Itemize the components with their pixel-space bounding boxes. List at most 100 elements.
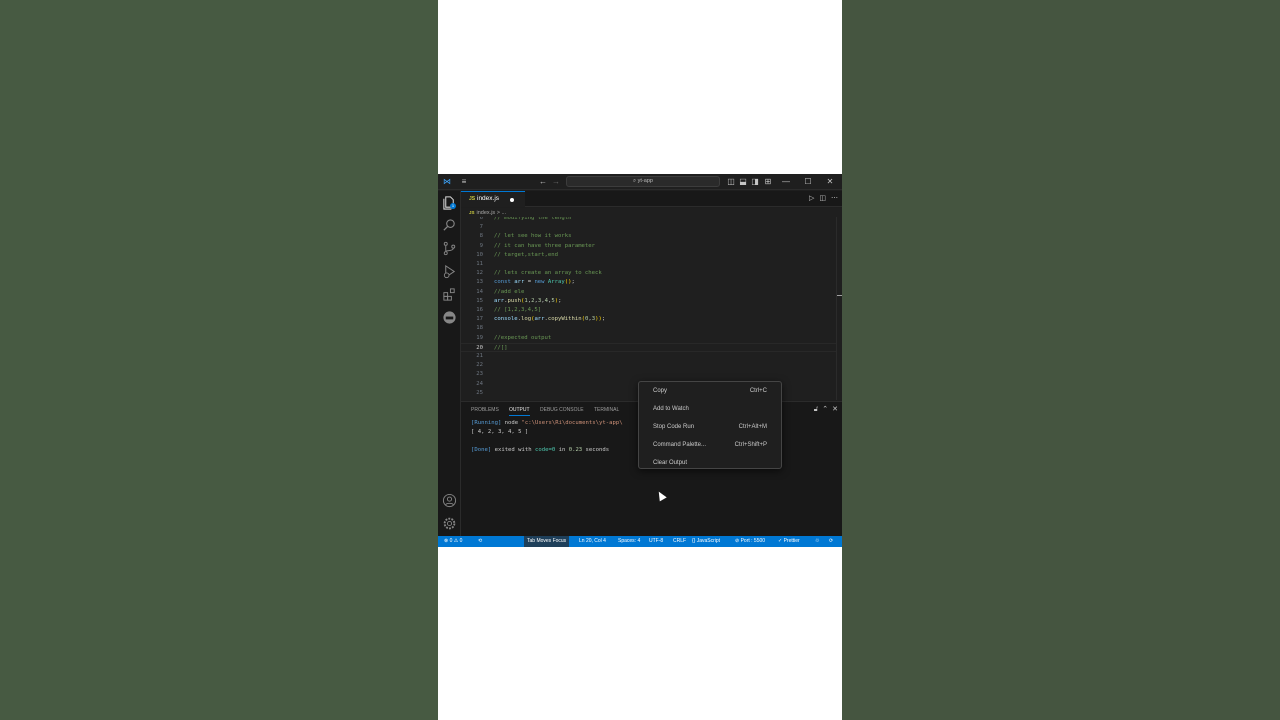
minimize-icon[interactable]: — xyxy=(781,174,791,190)
source-control-icon[interactable] xyxy=(442,241,457,256)
code-editor[interactable]: 6// modifying the length 7 8// let see how… xyxy=(461,217,842,400)
context-menu: Copy Ctrl+C Add to Watch Stop Code Run Ctr… xyxy=(638,381,782,469)
settings-gear-icon[interactable] xyxy=(442,516,457,531)
vscode-logo-icon: ⋈ xyxy=(443,177,451,186)
code-line[interactable]: 23 xyxy=(461,370,836,379)
forward-icon[interactable]: → xyxy=(551,174,561,190)
line-number: 10 xyxy=(476,251,483,258)
code-line[interactable]: 17 console.log(arr.copyWithin(0,3)); xyxy=(461,315,836,324)
toggle-panel-icon[interactable]: ⬓ xyxy=(738,174,748,190)
line-number: 19 xyxy=(476,334,483,341)
maximize-icon[interactable]: ☐ xyxy=(803,174,813,190)
docker-icon[interactable] xyxy=(442,310,457,325)
status-bar: ⊗ 0 ⚠ 0 ⟲ Tab Moves Focus Ln 20, Col 4 S… xyxy=(438,536,842,547)
tab-label: index.js xyxy=(477,195,500,202)
line-number: 8 xyxy=(479,233,483,240)
code-line[interactable]: 14 //add ele xyxy=(461,288,836,297)
menu-icon[interactable]: ≡ xyxy=(458,174,470,190)
code-line[interactable]: 8 // let see how it works xyxy=(461,232,836,241)
code-line[interactable]: 16 // [1,2,3,4,5] xyxy=(461,306,836,315)
line-code: arr.push(1,2,3,4,5); xyxy=(494,297,562,304)
breadcrumb-rest[interactable]: > ... xyxy=(497,210,506,216)
explorer-icon[interactable]: 1 xyxy=(442,195,457,210)
panel-actions: 🔓︎ ⌃ ✕ xyxy=(810,405,838,414)
line-number: 16 xyxy=(476,307,483,313)
tab-terminal[interactable]: TERMINAL xyxy=(594,407,619,413)
line-number: 14 xyxy=(476,288,483,295)
tab-debug-console[interactable]: DEBUG CONSOLE xyxy=(540,407,584,413)
code-line[interactable]: 18 xyxy=(461,324,836,333)
line-number: 15 xyxy=(476,297,483,304)
code-line[interactable]: 10 // target,start,end xyxy=(461,251,836,260)
cursor-position[interactable]: Ln 20, Col 4 xyxy=(579,536,606,547)
code-line[interactable]: 7 xyxy=(461,223,836,232)
editor-scrollbar[interactable] xyxy=(836,217,842,400)
vscode-window: ⋈ ≡ ← → ⌕ yt-app ◫ ⬓ ◨ ⊞ — ☐ ✕ 1 JS inde… xyxy=(438,174,842,547)
tab-problems[interactable]: PROBLEMS xyxy=(471,407,499,413)
title-bar: ⋈ ≡ ← → ⌕ yt-app ◫ ⬓ ◨ ⊞ — ☐ ✕ xyxy=(438,174,842,190)
breadcrumb-file[interactable]: index.js xyxy=(477,210,496,216)
line-code: console.log(arr.copyWithin(0,3)); xyxy=(494,316,606,323)
editor-tabs: JS index.js ▷ ◫ ⋯ xyxy=(461,191,842,207)
line-code: // it can have three parameter xyxy=(494,242,596,249)
customize-layout-icon[interactable]: ⊞ xyxy=(762,174,774,190)
output-line-result: [ 4, 2, 3, 4, 5 ] xyxy=(471,429,529,435)
code-line[interactable]: 13 const arr = new Array(); xyxy=(461,278,836,287)
extensions-icon[interactable] xyxy=(442,287,457,302)
tab-focus-status[interactable]: Tab Moves Focus xyxy=(524,536,570,547)
line-number: 22 xyxy=(476,362,483,369)
breadcrumb: JS index.js > ... xyxy=(461,208,842,217)
code-line[interactable]: 11 xyxy=(461,260,836,269)
menu-item-clear-output[interactable]: Clear Output xyxy=(639,456,781,470)
output-line-done: [Done] exited with code=0 in 0.23 second… xyxy=(471,447,610,453)
feedback-icon[interactable]: ♲ xyxy=(815,536,819,547)
line-ending[interactable]: CRLF xyxy=(673,536,686,547)
close-icon[interactable]: ✕ xyxy=(825,174,835,190)
maximize-panel-icon[interactable]: ⌃ xyxy=(822,406,828,413)
line-code: // let see how it works xyxy=(494,233,572,240)
menu-item-command-palette[interactable]: Command Palette... Ctrl+Shift+P xyxy=(639,438,781,452)
line-code: // target,start,end xyxy=(494,251,558,258)
encoding[interactable]: UTF-8 xyxy=(649,536,663,547)
line-number: 13 xyxy=(476,279,483,286)
code-line[interactable]: 20//[] xyxy=(461,342,836,352)
menu-item-add-to-watch[interactable]: Add to Watch xyxy=(639,402,781,416)
code-line[interactable]: 12 // lets create an array to check xyxy=(461,269,836,278)
line-number: 23 xyxy=(476,371,483,378)
more-actions-icon[interactable]: ⋯ xyxy=(831,195,838,202)
menu-item-stop-code-run[interactable]: Stop Code Run Ctrl+Alt+M xyxy=(639,420,781,434)
code-line[interactable]: 21 xyxy=(461,352,836,361)
close-panel-icon[interactable]: ✕ xyxy=(832,406,838,413)
problems-status[interactable]: ⊗ 0 ⚠ 0 xyxy=(444,536,462,547)
line-code: //add ele xyxy=(494,288,525,295)
lock-icon[interactable]: 🔓︎ xyxy=(814,406,819,413)
code-line[interactable]: 15 arr.push(1,2,3,4,5); xyxy=(461,297,836,306)
back-icon[interactable]: ← xyxy=(538,174,548,190)
js-file-icon: JS xyxy=(469,196,476,202)
run-debug-icon[interactable] xyxy=(442,264,457,279)
menu-item-copy[interactable]: Copy Ctrl+C xyxy=(639,384,781,398)
prettier-status[interactable]: ✓ Prettier xyxy=(778,536,800,547)
toggle-secondary-icon[interactable]: ◨ xyxy=(750,174,760,190)
command-center-search[interactable]: ⌕ yt-app xyxy=(566,176,720,187)
toggle-sidebar-icon[interactable]: ◫ xyxy=(726,174,736,190)
tab-output[interactable]: OUTPUT xyxy=(509,407,530,416)
live-server-port[interactable]: ⊘ Port : 5500 xyxy=(735,536,765,547)
search-icon[interactable] xyxy=(442,218,457,233)
tab-index-js[interactable]: JS index.js xyxy=(461,191,525,207)
language-mode[interactable]: {} JavaScript xyxy=(692,536,720,547)
video-background-right xyxy=(842,0,1280,720)
line-number: 21 xyxy=(476,353,483,359)
unsaved-dot-icon[interactable] xyxy=(510,198,514,202)
line-code: const arr = new Array(); xyxy=(494,279,575,286)
code-line[interactable]: 9 // it can have three parameter xyxy=(461,242,836,251)
sync-icon[interactable]: ⟲ xyxy=(478,536,482,547)
notifications-icon[interactable]: ⟳ xyxy=(829,536,833,547)
code-line[interactable]: 22 xyxy=(461,361,836,370)
code-line[interactable]: 19 //expected output xyxy=(461,334,836,343)
activity-bar: 1 xyxy=(438,191,461,536)
split-editor-icon[interactable]: ◫ xyxy=(819,195,826,202)
run-code-icon[interactable]: ▷ xyxy=(809,195,814,202)
account-icon[interactable] xyxy=(442,493,457,508)
indentation[interactable]: Spaces: 4 xyxy=(618,536,640,547)
